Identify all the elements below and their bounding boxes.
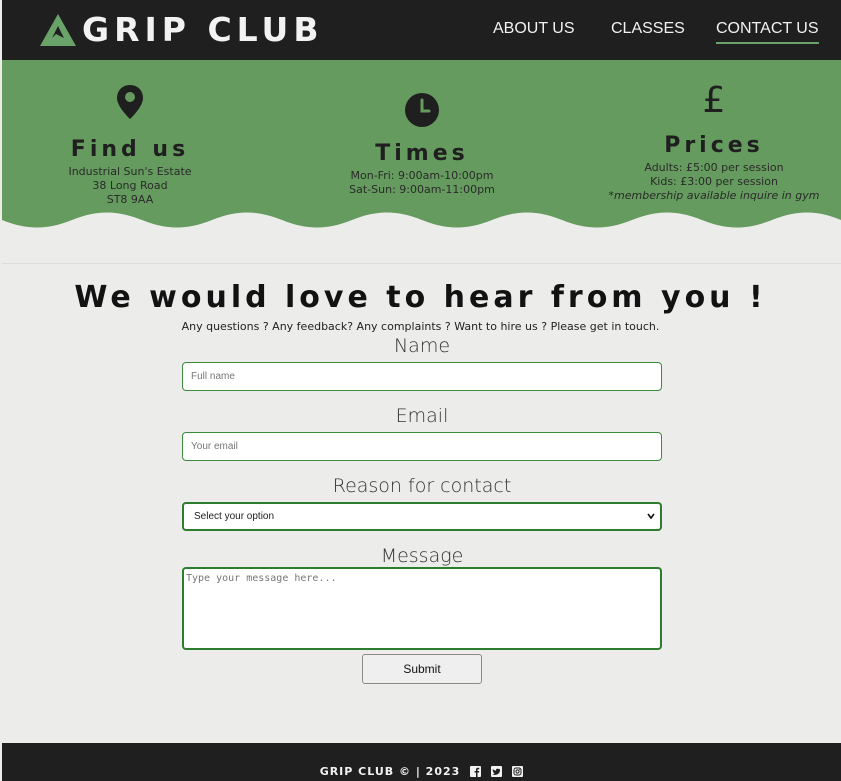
prices-block: £ Prices Adults: £5:00 per session Kids:… xyxy=(604,80,824,203)
twitter-icon[interactable] xyxy=(491,766,503,777)
reason-label: Reason for contact xyxy=(332,475,512,497)
address-line: ST8 9AA xyxy=(106,193,154,206)
mountain-logo-icon xyxy=(40,14,76,46)
brand-name: GRIP CLUB xyxy=(82,10,324,49)
contact-subheading: Any questions ? Any feedback? Any compla… xyxy=(181,320,660,333)
pound-icon: £ xyxy=(702,80,726,121)
membership-note: *membership available inquire in gym xyxy=(608,189,820,202)
address-line: 38 Long Road xyxy=(92,179,168,192)
map-pin-icon xyxy=(117,85,143,119)
nav-contact-us[interactable]: CONTACT US xyxy=(716,20,819,44)
footer-copyright: GRIP CLUB © | 2023 xyxy=(319,765,461,778)
find-us-block: Find us Industrial Sun's Estate 38 Long … xyxy=(60,84,200,207)
submit-button[interactable]: Submit xyxy=(362,654,482,684)
price-line: Adults: £5:00 per session xyxy=(644,161,784,174)
times-line: Sat-Sun: 9:00am-11:00pm xyxy=(349,183,495,196)
brand-logo[interactable]: GRIP CLUB xyxy=(38,12,323,48)
times-block: Times Mon-Fri: 9:00am-10:00pm Sat-Sun: 9… xyxy=(342,92,502,197)
clock-icon xyxy=(405,93,439,127)
find-us-title: Find us xyxy=(70,137,190,162)
message-textarea[interactable] xyxy=(182,567,662,650)
nav-classes[interactable]: CLASSES xyxy=(611,20,685,38)
nav-about-us[interactable]: ABOUT US xyxy=(493,20,575,38)
instagram-icon[interactable] xyxy=(512,766,524,777)
email-label: Email xyxy=(395,405,449,427)
message-label: Message xyxy=(380,545,464,567)
prices-title: Prices xyxy=(664,133,764,158)
times-line: Mon-Fri: 9:00am-10:00pm xyxy=(350,169,494,182)
info-band: Find us Industrial Sun's Estate 38 Long … xyxy=(2,60,841,238)
reason-select[interactable]: Select your option xyxy=(182,502,662,531)
name-label: Name xyxy=(393,335,451,357)
contact-heading: We would love to hear from you ! xyxy=(74,280,767,315)
name-input[interactable] xyxy=(182,362,662,391)
site-footer: GRIP CLUB © | 2023 xyxy=(2,743,841,781)
price-line: Kids: £3:00 per session xyxy=(650,175,778,188)
email-input[interactable] xyxy=(182,432,662,461)
facebook-icon[interactable] xyxy=(470,766,482,777)
address-line: Industrial Sun's Estate xyxy=(68,165,192,178)
times-title: Times xyxy=(375,141,469,166)
section-divider xyxy=(2,263,841,264)
site-header: GRIP CLUB ABOUT US CLASSES CONTACT US xyxy=(2,0,841,60)
